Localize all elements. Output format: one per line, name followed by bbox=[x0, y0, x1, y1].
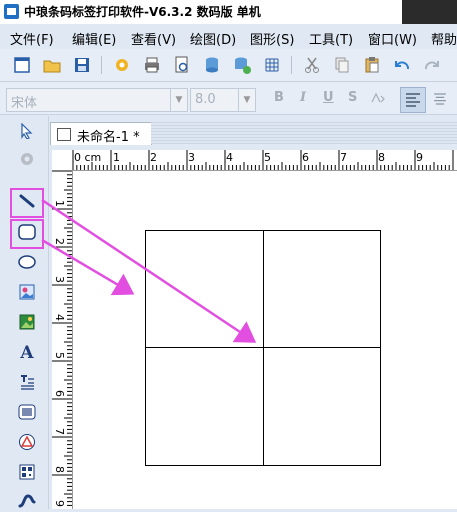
ruler-label: 3 bbox=[188, 151, 195, 164]
print-icon[interactable] bbox=[142, 55, 162, 75]
new-file-icon[interactable] bbox=[12, 55, 32, 75]
ruler-label: 5 bbox=[53, 352, 66, 359]
cut-icon[interactable] bbox=[302, 55, 322, 75]
shape-tool[interactable] bbox=[16, 431, 38, 453]
ruler-label: 4 bbox=[226, 151, 233, 164]
copy-icon[interactable] bbox=[332, 55, 352, 75]
ruler-label: 7 bbox=[340, 151, 347, 164]
qrcode-tool[interactable] bbox=[16, 461, 38, 483]
vertical-ruler: 1 2 3 4 5 6 7 8 9 bbox=[52, 170, 73, 509]
rich-text-icon bbox=[21, 375, 34, 390]
menu-window[interactable]: 窗口(W) bbox=[368, 29, 417, 48]
save-icon[interactable] bbox=[72, 55, 92, 75]
chevron-down-icon[interactable]: ▼ bbox=[170, 89, 187, 111]
tab-strip-background bbox=[151, 122, 457, 144]
font-size-value: 8.0 bbox=[195, 92, 216, 107]
text-tool[interactable]: A bbox=[16, 342, 38, 364]
grid-horizontal-line[interactable] bbox=[146, 347, 380, 348]
align-center-icon[interactable] bbox=[430, 89, 450, 109]
pointer-arrow-icon bbox=[21, 123, 33, 139]
image-tool[interactable] bbox=[16, 281, 38, 303]
ruler-label: 3 bbox=[53, 276, 66, 283]
tool-panel: A bbox=[0, 116, 49, 509]
title-bar-controls[interactable] bbox=[402, 0, 457, 24]
ruler-label: 8 bbox=[378, 151, 385, 164]
ruler-label: 0 cm bbox=[74, 151, 102, 164]
ruler-label: 9 bbox=[416, 151, 423, 164]
menu-edit[interactable]: 编辑(E) bbox=[72, 29, 116, 48]
warning-icon bbox=[19, 434, 35, 450]
ruler-label: 5 bbox=[264, 151, 271, 164]
rotate-icon bbox=[21, 153, 33, 165]
menu-draw[interactable]: 绘图(D) bbox=[190, 29, 236, 48]
app-logo-icon bbox=[4, 4, 19, 19]
horizontal-ruler: 0 cm 1 2 3 4 5 6 7 8 9 bbox=[72, 150, 457, 171]
document-tab[interactable]: 未命名-1 * bbox=[50, 122, 152, 145]
qrcode-icon bbox=[19, 464, 35, 480]
title-bar: 中琅条码标签打印软件-V6.3.2 数码版 单机 bbox=[0, 0, 457, 24]
underline-button[interactable]: U bbox=[323, 90, 334, 105]
open-folder-icon[interactable] bbox=[42, 55, 62, 75]
ellipse-icon bbox=[18, 255, 36, 269]
rich-text-tool[interactable] bbox=[16, 371, 38, 393]
pointer-tool[interactable] bbox=[16, 120, 38, 142]
ruler-label: 6 bbox=[302, 151, 309, 164]
undo-icon[interactable] bbox=[392, 55, 412, 75]
menu-shape[interactable]: 图形(S) bbox=[250, 29, 294, 48]
ruler-label: 8 bbox=[53, 466, 66, 473]
ruler-label: 6 bbox=[53, 390, 66, 397]
barcode-tool[interactable] bbox=[16, 401, 38, 423]
font-name-select[interactable]: 宋体 ▼ bbox=[6, 88, 188, 112]
window-title: 中琅条码标签打印软件-V6.3.2 数码版 单机 bbox=[24, 5, 261, 19]
bold-button[interactable]: B bbox=[274, 90, 284, 105]
menu-file[interactable]: 文件(F) bbox=[10, 29, 54, 48]
database-icon[interactable] bbox=[202, 55, 222, 75]
document-icon bbox=[57, 128, 71, 141]
vertical-ruler-ticks bbox=[52, 170, 72, 506]
ruler-label: 2 bbox=[53, 238, 66, 245]
menu-tools[interactable]: 工具(T) bbox=[309, 29, 353, 48]
rectangle-tool-highlight bbox=[10, 219, 44, 249]
ruler-label: 2 bbox=[150, 151, 157, 164]
picture-icon bbox=[19, 314, 35, 330]
drawn-grid-table[interactable] bbox=[145, 230, 381, 466]
text-icon: A bbox=[20, 343, 34, 363]
menu-bar: 文件(F) 编辑(E) 查看(V) 绘图(D) 图形(S) 工具(T) 窗口(W… bbox=[0, 26, 457, 48]
align-left-button[interactable] bbox=[400, 87, 426, 113]
font-size-select[interactable]: 8.0 ▼ bbox=[190, 88, 256, 112]
document-tab-label: 未命名-1 * bbox=[77, 130, 140, 145]
strike-button[interactable]: S bbox=[348, 90, 357, 105]
grid-icon[interactable] bbox=[262, 55, 282, 75]
picture-tool[interactable] bbox=[16, 311, 38, 333]
image-icon bbox=[19, 284, 35, 300]
settings-gear-icon[interactable] bbox=[112, 55, 132, 75]
ellipse-tool[interactable] bbox=[16, 251, 38, 273]
font-name-value: 宋体 bbox=[11, 96, 38, 111]
ruler-corner bbox=[52, 150, 73, 171]
grid-vertical-line[interactable] bbox=[263, 231, 264, 465]
paste-icon[interactable] bbox=[362, 55, 382, 75]
barcode-icon bbox=[18, 404, 36, 420]
menu-help[interactable]: 帮助 bbox=[431, 29, 457, 48]
font-toolbar: 宋体 ▼ 8.0 ▼ B I U S bbox=[0, 82, 457, 115]
menu-view[interactable]: 查看(V) bbox=[131, 29, 176, 48]
ruler-label: 1 bbox=[113, 151, 120, 164]
italic-button[interactable]: I bbox=[300, 90, 306, 105]
ruler-label: 4 bbox=[53, 314, 66, 321]
print-preview-icon[interactable] bbox=[172, 55, 192, 75]
line-tool-highlight bbox=[10, 188, 44, 218]
ruler-label: 1 bbox=[53, 200, 66, 207]
chevron-down-icon[interactable]: ▼ bbox=[238, 89, 255, 111]
main-toolbar bbox=[0, 49, 457, 82]
ruler-label: 7 bbox=[53, 428, 66, 435]
redo-icon[interactable] bbox=[422, 55, 442, 75]
spacing-icon[interactable] bbox=[370, 92, 386, 106]
database-connect-icon[interactable] bbox=[232, 55, 252, 75]
align-left-icon bbox=[406, 93, 420, 107]
curve-icon bbox=[18, 494, 36, 508]
rotate-tool[interactable] bbox=[16, 148, 38, 170]
ruler-label: 9 bbox=[53, 500, 66, 507]
